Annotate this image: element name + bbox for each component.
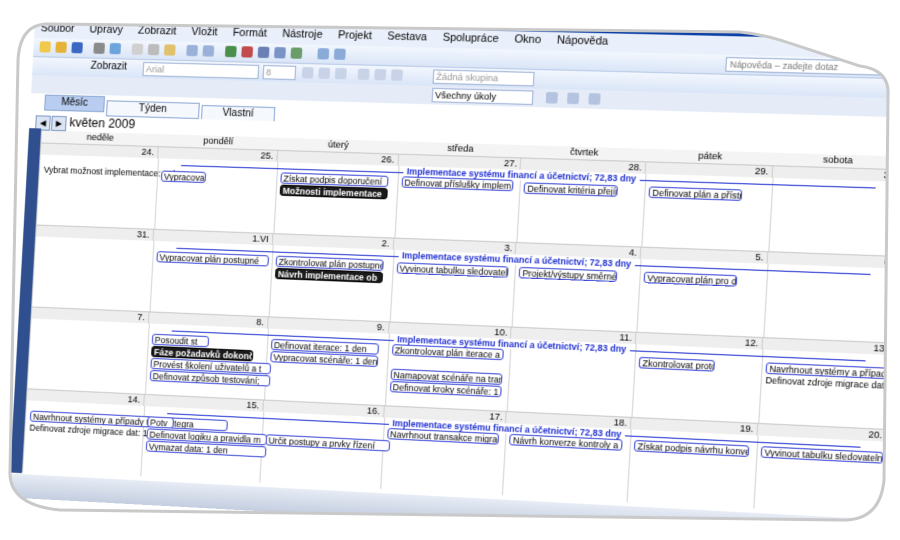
month-calendar-grid: neděle pondělí úterý středa čtvrtek pátek sobo… xyxy=(21,130,900,518)
bold-icon[interactable] xyxy=(301,67,314,79)
open-icon[interactable] xyxy=(55,41,67,53)
filter-select[interactable]: Všechny úkoly xyxy=(431,87,534,106)
italic-icon[interactable] xyxy=(318,67,331,79)
menu-upravy[interactable]: Úpravy xyxy=(83,21,129,38)
help-search-input[interactable]: Nápověda – zadejte dotaz xyxy=(725,56,886,76)
link-icon[interactable] xyxy=(224,45,237,58)
next-month-button[interactable]: ▶ xyxy=(50,115,67,132)
zoom-out-icon[interactable] xyxy=(333,48,346,60)
month-label: květen 2009 xyxy=(69,115,136,132)
autofilter-icon[interactable] xyxy=(566,92,580,105)
screenshot-stage: oject - Implementace systému financí a ú… xyxy=(0,0,900,540)
menu-vlozit[interactable]: Vložit xyxy=(185,24,224,41)
project-window: oject - Implementace systému financí a ú… xyxy=(8,4,900,540)
save-icon[interactable] xyxy=(71,42,83,54)
menu-okno[interactable]: Okno xyxy=(508,31,548,48)
new-icon[interactable] xyxy=(39,41,51,53)
paste-icon[interactable] xyxy=(163,44,176,56)
undo-icon[interactable] xyxy=(186,44,198,57)
task-bar[interactable]: Vypracova xyxy=(160,170,206,184)
copy-icon[interactable] xyxy=(147,43,160,56)
menu-sestava[interactable]: Sestava xyxy=(381,28,434,46)
print-icon[interactable] xyxy=(93,42,106,54)
menu-spoluprace[interactable]: Spolupráce xyxy=(436,29,506,47)
cut-icon[interactable] xyxy=(131,43,144,55)
redo-icon[interactable] xyxy=(202,45,215,57)
zobrazit-dropdown[interactable]: Zobrazit xyxy=(90,61,127,73)
task-bar[interactable]: Potv xyxy=(146,416,174,429)
group-select[interactable]: Žádná skupina xyxy=(432,69,535,87)
align-right-icon[interactable] xyxy=(390,69,403,81)
menu-zobrazit[interactable]: Zobrazit xyxy=(131,22,182,39)
align-left-icon[interactable] xyxy=(357,68,370,81)
show-icon[interactable] xyxy=(588,93,601,105)
unlink-icon[interactable] xyxy=(241,46,254,58)
sidebar-label: Kalendář xyxy=(10,267,22,300)
font-size-select[interactable]: 8 xyxy=(262,65,297,81)
menu-napoveda[interactable]: Nápověda xyxy=(550,32,615,50)
align-center-icon[interactable] xyxy=(374,68,387,81)
menu-format[interactable]: Formát xyxy=(226,25,273,42)
notes-icon[interactable] xyxy=(274,47,286,59)
filter-icon[interactable] xyxy=(545,91,558,104)
font-select[interactable]: Arial xyxy=(142,61,260,80)
tab-mesic[interactable]: Měsíc xyxy=(44,94,106,113)
assign-resources-icon[interactable] xyxy=(290,47,303,59)
zoom-in-icon[interactable] xyxy=(317,48,330,60)
menu-projekt[interactable]: Projekt xyxy=(331,27,378,44)
menu-soubor[interactable]: Soubor xyxy=(34,20,81,37)
underline-icon[interactable] xyxy=(334,67,347,80)
preview-icon[interactable] xyxy=(109,42,122,55)
task-info-icon[interactable] xyxy=(257,46,270,59)
menu-nastroje[interactable]: Nástroje xyxy=(276,26,330,44)
